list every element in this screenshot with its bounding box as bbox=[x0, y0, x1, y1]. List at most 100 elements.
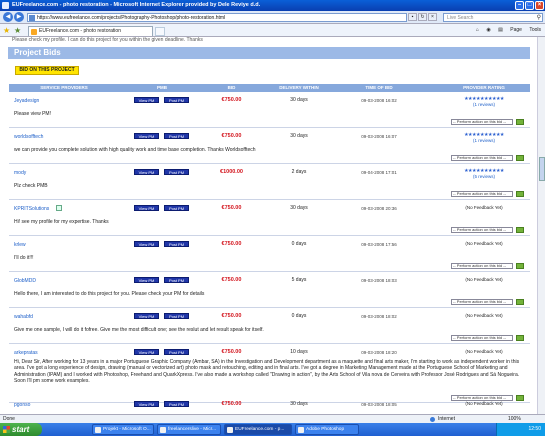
go-button[interactable] bbox=[516, 263, 524, 269]
go-button[interactable] bbox=[516, 155, 524, 161]
page-menu[interactable]: Page bbox=[510, 27, 522, 33]
home-icon[interactable]: ⌂ bbox=[476, 27, 479, 33]
view-pm-button[interactable]: View PM bbox=[134, 169, 159, 175]
taskbar-item-outlook[interactable]: Projekt - Microsoft O... bbox=[92, 424, 154, 435]
provider-link[interactable]: pgonso bbox=[14, 402, 30, 408]
col-rating[interactable]: PROVIDER RATING bbox=[439, 84, 529, 92]
post-pm-button[interactable]: Post PM bbox=[164, 97, 189, 103]
provider-rating: ★★★★★★★★★★ (1 reviews) bbox=[439, 97, 529, 108]
post-pm-button[interactable]: Post PM bbox=[164, 401, 189, 407]
delivery-days: 2 days bbox=[291, 169, 307, 175]
view-pm-button[interactable]: View PM bbox=[134, 97, 159, 103]
no-feedback-text: (No Feedback Yet) bbox=[465, 277, 503, 282]
view-pm-button[interactable]: View PM bbox=[134, 401, 159, 407]
go-button[interactable] bbox=[516, 299, 524, 305]
provider-rating: (No Feedback Yet) bbox=[439, 277, 529, 283]
bid-time: 09-03-2008 20:36 bbox=[361, 206, 397, 211]
provider-rating: (No Feedback Yet) bbox=[439, 205, 529, 211]
action-select[interactable]: -- Perform action on this bid -- bbox=[451, 335, 513, 341]
scrollbar-thumb[interactable] bbox=[539, 157, 545, 181]
view-pm-button[interactable]: View PM bbox=[134, 277, 159, 283]
provider-link[interactable]: mody bbox=[14, 170, 26, 176]
window-title: EUFreelance.com - photo restoration - Mi… bbox=[12, 2, 261, 8]
tab-page-icon bbox=[31, 29, 37, 35]
post-pm-button[interactable]: Post PM bbox=[164, 169, 189, 175]
vertical-scrollbar[interactable] bbox=[537, 37, 545, 414]
bid-amount: €1000.00 bbox=[220, 169, 243, 175]
action-select[interactable]: -- Perform action on this bid -- bbox=[451, 155, 513, 161]
bid-message: we can provide you complete solution wit… bbox=[14, 147, 256, 153]
action-select[interactable]: -- Perform action on this bid -- bbox=[451, 263, 513, 269]
go-button[interactable] bbox=[516, 191, 524, 197]
view-pm-button[interactable]: View PM bbox=[134, 313, 159, 319]
provider-link[interactable]: KPRITSolutions bbox=[14, 206, 49, 212]
go-button[interactable] bbox=[516, 335, 524, 341]
provider-link[interactable]: arkepratas bbox=[14, 350, 38, 356]
provider-link[interactable]: worldsofftech bbox=[14, 134, 43, 140]
start-button[interactable]: start bbox=[0, 423, 42, 436]
refresh-icon[interactable]: ↻ bbox=[418, 13, 427, 21]
back-button[interactable]: ◀ bbox=[3, 12, 13, 22]
reviews-link[interactable]: (5 reviews) bbox=[473, 174, 495, 179]
provider-link[interactable]: krlew bbox=[14, 242, 26, 248]
post-pm-button[interactable]: Post PM bbox=[164, 313, 189, 319]
stop-icon[interactable]: × bbox=[428, 13, 437, 21]
search-icon[interactable]: ⚲ bbox=[537, 14, 541, 22]
table-row: worldsofftech View PM Post PM €750.00 30… bbox=[9, 129, 530, 164]
feeds-icon[interactable]: ◉ bbox=[486, 27, 490, 33]
lock-icon[interactable]: ▪ bbox=[408, 13, 417, 21]
command-bar: ⌂ ◉ ▤ Page Tools bbox=[470, 26, 541, 35]
status-bar: Done Internet 100% bbox=[0, 414, 545, 423]
tools-menu[interactable]: Tools bbox=[529, 27, 541, 33]
print-icon[interactable]: ▤ bbox=[498, 27, 503, 33]
taskbar-item-photoshop[interactable]: Adobe Photoshop bbox=[295, 424, 359, 435]
post-pm-button[interactable]: Post PM bbox=[164, 241, 189, 247]
bid-message: Give me one sample, I will do it fofree.… bbox=[14, 327, 264, 333]
tab-photo-restoration[interactable]: EUFreelance.com - photo restoration bbox=[28, 26, 153, 36]
view-pm-button[interactable]: View PM bbox=[134, 205, 159, 211]
go-button[interactable] bbox=[516, 227, 524, 233]
action-select[interactable]: -- Perform action on this bid -- bbox=[451, 119, 513, 125]
col-delivery: DELIVERY WITHIN bbox=[279, 85, 319, 90]
forward-button[interactable]: ▶ bbox=[14, 12, 24, 22]
provider-link[interactable]: GlobMDD bbox=[14, 278, 36, 284]
post-pm-button[interactable]: Post PM bbox=[164, 277, 189, 283]
taskbar-item-freelancerslive[interactable]: freelancerslive - Micr... bbox=[157, 424, 221, 435]
bid-time: 09-03-2008 18:20 bbox=[361, 350, 397, 355]
zoom-level[interactable]: 100% bbox=[508, 415, 521, 423]
reviews-link[interactable]: (1 reviews) bbox=[473, 138, 495, 143]
bid-amount: €750.00 bbox=[221, 401, 242, 407]
delivery-days: 5 days bbox=[291, 277, 307, 283]
post-pm-button[interactable]: Post PM bbox=[164, 133, 189, 139]
search-input[interactable]: Live Search ⚲ bbox=[443, 13, 543, 22]
address-input[interactable]: https://www.eufreelance.com/projects/Pho… bbox=[27, 13, 407, 22]
close-button[interactable]: × bbox=[535, 1, 544, 10]
minimize-button[interactable]: – bbox=[515, 1, 524, 10]
table-row: krlew View PM Post PM €750.00 0 days 09-… bbox=[9, 237, 530, 272]
post-pm-button[interactable]: Post PM bbox=[164, 349, 189, 355]
view-pm-button[interactable]: View PM bbox=[134, 133, 159, 139]
provider-link[interactable]: wahabfd bbox=[14, 314, 33, 320]
taskbar-item-eufreelance[interactable]: EUFreelance.com - p... bbox=[224, 424, 292, 435]
flag-icon bbox=[56, 205, 62, 211]
new-tab-button[interactable] bbox=[155, 27, 165, 36]
action-select[interactable]: -- Perform action on this bid -- bbox=[451, 299, 513, 305]
add-favorites-icon[interactable]: ★ bbox=[14, 26, 21, 35]
provider-link[interactable]: Jeyadesign bbox=[14, 98, 39, 104]
taskbar: start Projekt - Microsoft O... freelance… bbox=[0, 423, 545, 436]
bid-amount: €750.00 bbox=[221, 97, 242, 103]
reviews-link[interactable]: (1 reviews) bbox=[473, 102, 495, 107]
view-pm-button[interactable]: View PM bbox=[134, 349, 159, 355]
bid-on-project-button[interactable]: BID ON THIS PROJECT bbox=[15, 66, 79, 75]
action-select[interactable]: -- Perform action on this bid -- bbox=[451, 227, 513, 233]
no-feedback-text: (No Feedback Yet) bbox=[465, 349, 503, 354]
view-pm-button[interactable]: View PM bbox=[134, 241, 159, 247]
maximize-button[interactable]: □ bbox=[525, 1, 534, 10]
col-providers: SERVICE PROVIDERS bbox=[40, 85, 88, 90]
go-button[interactable] bbox=[516, 119, 524, 125]
bid-amount: €750.00 bbox=[221, 133, 242, 139]
post-pm-button[interactable]: Post PM bbox=[164, 205, 189, 211]
col-bid: BID bbox=[227, 85, 236, 90]
favorites-star-icon[interactable]: ★ bbox=[3, 26, 10, 35]
action-select[interactable]: -- Perform action on this bid -- bbox=[451, 191, 513, 197]
